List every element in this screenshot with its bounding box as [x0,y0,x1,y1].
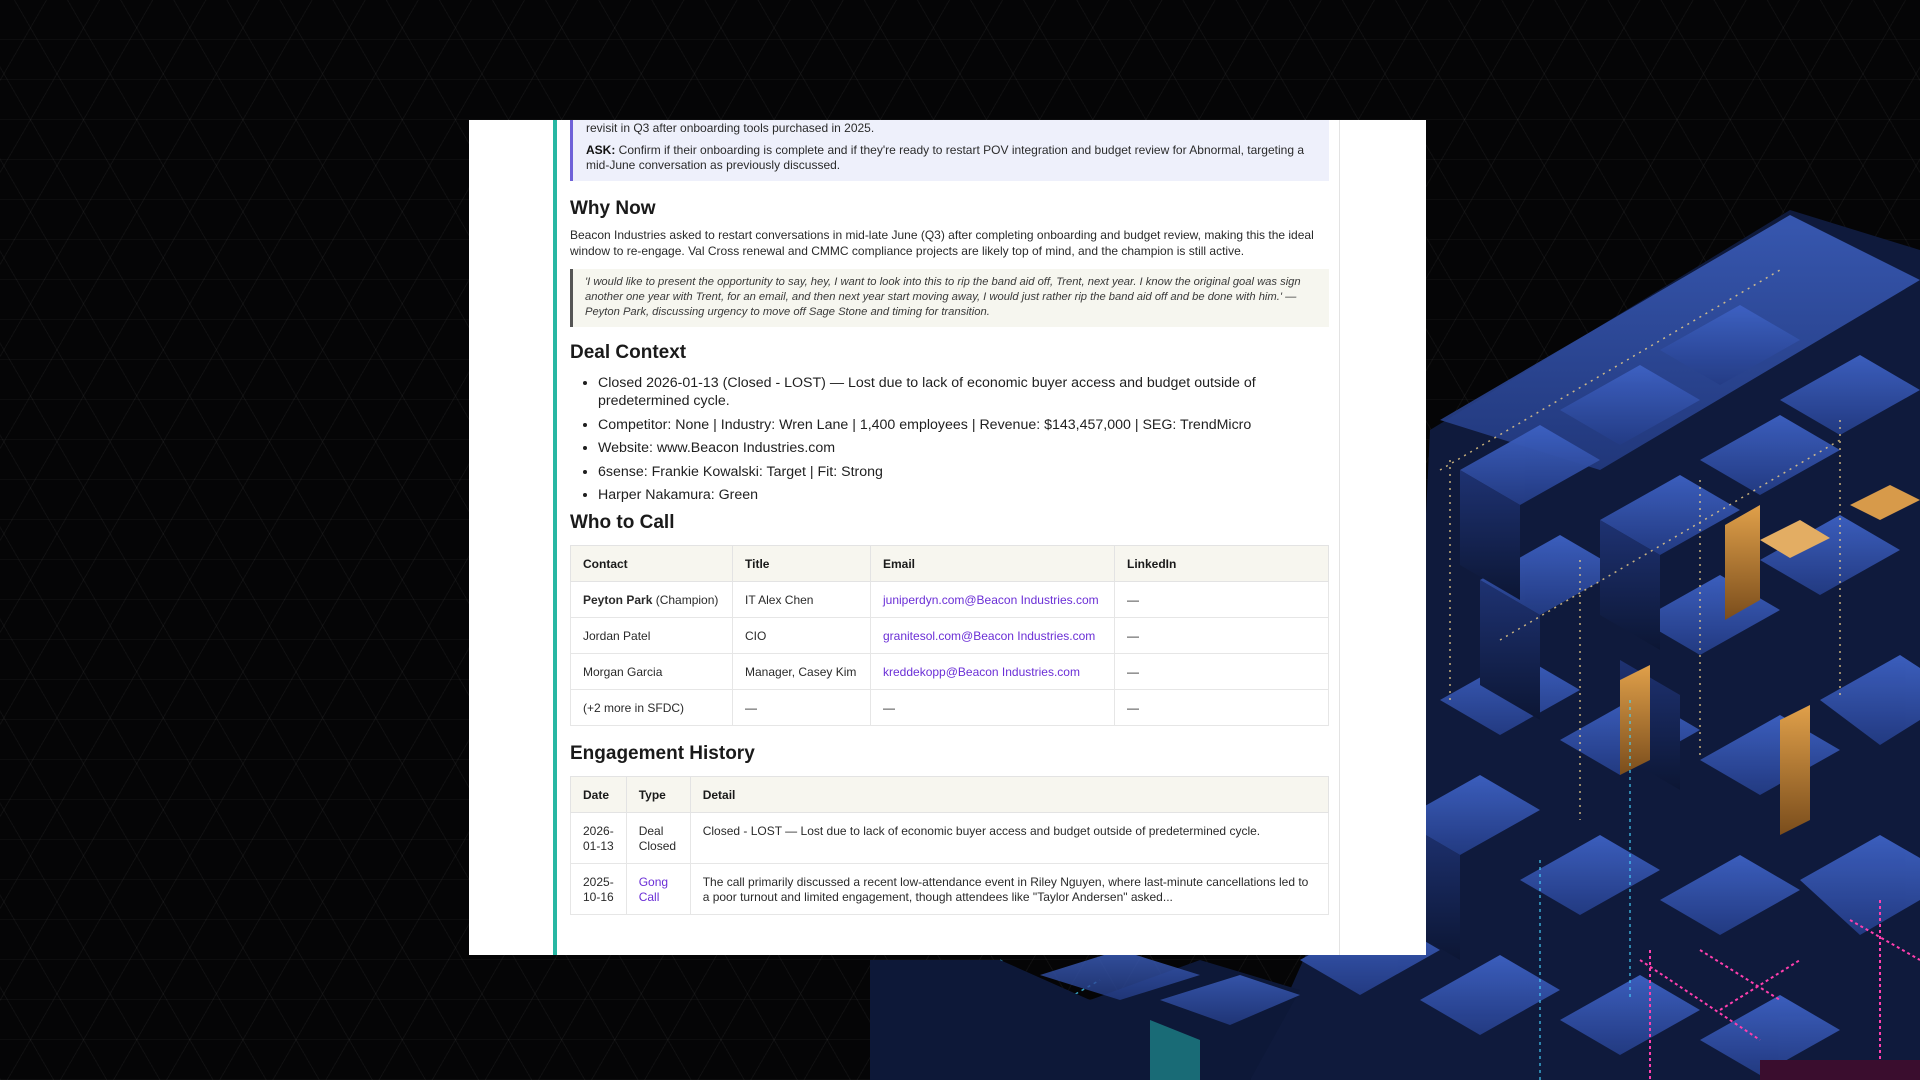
table-row: Peyton Park (Champion) IT Alex Chen juni… [570,581,1329,618]
contact-name: (+2 more in SFDC) [570,689,733,726]
table-header-row: Date Type Detail [570,776,1330,813]
who-to-call-heading: Who to Call [570,512,675,533]
ask-text: Confirm if their onboarding is complete … [586,143,1305,172]
ask-label: ASK: [586,143,616,157]
ask-callout: revisit in Q3 after onboarding tools pur… [570,120,1329,181]
column-header-linkedin: LinkedIn [1114,545,1329,582]
table-row: 2026-01-13 Deal Closed Closed - LOST — L… [570,812,1330,864]
page-divider [1339,120,1340,955]
contact-name: Jordan Patel [570,617,733,654]
contact-title: IT Alex Chen [732,581,871,618]
ask-callout-partial-line: revisit in Q3 after onboarding tools pur… [586,121,875,135]
email-cell: kreddekopp@Beacon Industries.com [870,653,1115,690]
table-row: Morgan Garcia Manager, Casey Kim kreddek… [570,653,1329,690]
column-header-title: Title [732,545,871,582]
table-row: 2025-10-16 Gong Call The call primarily … [570,863,1330,915]
contact-title: — [732,689,871,726]
champion-quote: 'I would like to present the opportunity… [570,269,1329,327]
engagement-type-cell: Gong Call [625,863,691,915]
contact-name: Peyton Park [583,592,653,607]
deal-context-item: Website: www.Beacon Industries.com [598,439,1329,457]
engagement-detail: Closed - LOST — Lost due to lack of econ… [689,812,1330,864]
contacts-table: Contact Title Email LinkedIn Peyton Park… [570,545,1329,726]
deal-context-item: Harper Nakamura: Green [598,486,1329,504]
engagement-history-heading: Engagement History [570,743,755,764]
why-now-text: Beacon Industries asked to restart conve… [570,228,1314,258]
engagement-table: Date Type Detail 2026-01-13 Deal Closed … [570,776,1330,915]
document-content: revisit in Q3 after onboarding tools pur… [570,120,1330,915]
engagement-date: 2025-10-16 [570,863,627,915]
engagement-date: 2026-01-13 [570,812,627,864]
column-header-date: Date [570,776,627,813]
engagement-detail: The call primarily discussed a recent lo… [689,863,1330,915]
email-cell: — [870,689,1115,726]
table-header-row: Contact Title Email LinkedIn [570,545,1329,582]
accent-bar [553,120,557,955]
contact-role: (Champion) [652,592,719,607]
deal-context-heading: Deal Context [570,342,687,363]
ask-line: ASK: Confirm if their onboarding is comp… [586,143,1317,173]
email-cell: granitesol.com@Beacon Industries.com [870,617,1115,654]
deal-context-item: Competitor: None | Industry: Wren Lane |… [598,416,1329,434]
why-now-heading: Why Now [570,198,656,219]
email-link[interactable]: juniperdyn.com@Beacon Industries.com [883,593,1099,607]
contact-name: Morgan Garcia [570,653,733,690]
linkedin-cell: — [1114,689,1329,726]
gong-call-link[interactable]: Gong Call [639,875,668,904]
deal-context-item: 6sense: Frankie Kowalski: Target | Fit: … [598,463,1329,481]
engagement-type: Deal Closed [625,812,691,864]
document-page: revisit in Q3 after onboarding tools pur… [469,120,1426,955]
email-cell: juniperdyn.com@Beacon Industries.com [870,581,1115,618]
column-header-type: Type [625,776,691,813]
table-row: Jordan Patel CIO granitesol.com@Beacon I… [570,617,1329,654]
email-link[interactable]: kreddekopp@Beacon Industries.com [883,665,1080,679]
column-header-contact: Contact [570,545,733,582]
deal-context-item: Closed 2026-01-13 (Closed - LOST) — Lost… [598,374,1329,410]
email-link[interactable]: granitesol.com@Beacon Industries.com [883,629,1095,643]
column-header-detail: Detail [689,776,1330,813]
linkedin-cell: — [1114,581,1329,618]
linkedin-cell: — [1114,617,1329,654]
contact-cell: Peyton Park (Champion) [570,581,733,618]
column-header-email: Email [870,545,1115,582]
contact-title: CIO [732,617,871,654]
linkedin-cell: — [1114,653,1329,690]
deal-context-list: Closed 2026-01-13 (Closed - LOST) — Lost… [570,374,1329,504]
contact-title: Manager, Casey Kim [732,653,871,690]
table-row: (+2 more in SFDC) — — — [570,689,1329,726]
